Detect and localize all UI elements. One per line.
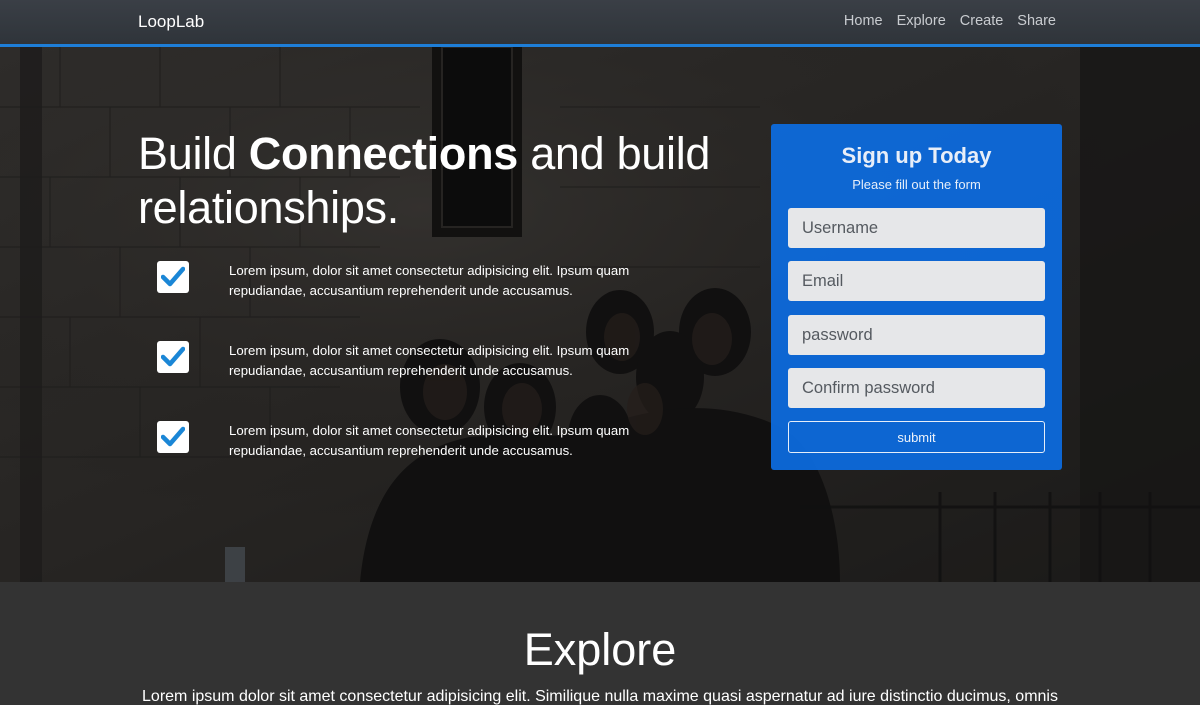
signup-title: Sign up Today <box>841 143 992 168</box>
signup-subtitle: Please fill out the form <box>852 177 981 192</box>
nav-link-home[interactable]: Home <box>844 13 883 29</box>
check-square-icon <box>157 341 189 373</box>
feature-text: Lorem ipsum, dolor sit amet consectetur … <box>229 423 630 458</box>
hero-headline: Build Connections and build relationship… <box>138 127 738 235</box>
feature-item: Lorem ipsum, dolor sit amet consectetur … <box>157 421 677 465</box>
submit-button[interactable]: submit <box>788 421 1045 453</box>
username-input[interactable] <box>788 208 1045 248</box>
explore-text: Lorem ipsum dolor sit amet consectetur a… <box>142 688 1058 705</box>
explore-title: Explore <box>523 624 677 675</box>
brand-logo[interactable]: LoopLab <box>138 12 204 32</box>
headline-part-1: Build <box>138 128 249 179</box>
feature-item: Lorem ipsum, dolor sit amet consectetur … <box>157 341 677 385</box>
nav-links: Home Explore Create Share <box>844 13 1056 29</box>
nav-link-share[interactable]: Share <box>1017 13 1056 29</box>
check-square-icon <box>157 261 189 293</box>
feature-text: Lorem ipsum, dolor sit amet consectetur … <box>229 343 630 378</box>
hero-section: Build Connections and build relationship… <box>0 47 1200 582</box>
feature-text: Lorem ipsum, dolor sit amet consectetur … <box>229 263 630 298</box>
signup-form: Sign up Today Please fill out the form s… <box>771 124 1062 470</box>
nav-link-explore[interactable]: Explore <box>897 13 946 29</box>
password-input[interactable] <box>788 315 1045 355</box>
feature-item: Lorem ipsum, dolor sit amet consectetur … <box>157 261 677 305</box>
confirm-password-input[interactable] <box>788 368 1045 408</box>
headline-strong: Connections <box>248 128 519 179</box>
email-input[interactable] <box>788 261 1045 301</box>
explore-section: Explore Lorem ipsum dolor sit amet conse… <box>0 582 1200 705</box>
navbar: LoopLab Home Explore Create Share <box>0 0 1200 47</box>
nav-link-create[interactable]: Create <box>960 13 1004 29</box>
check-square-icon <box>157 421 189 453</box>
